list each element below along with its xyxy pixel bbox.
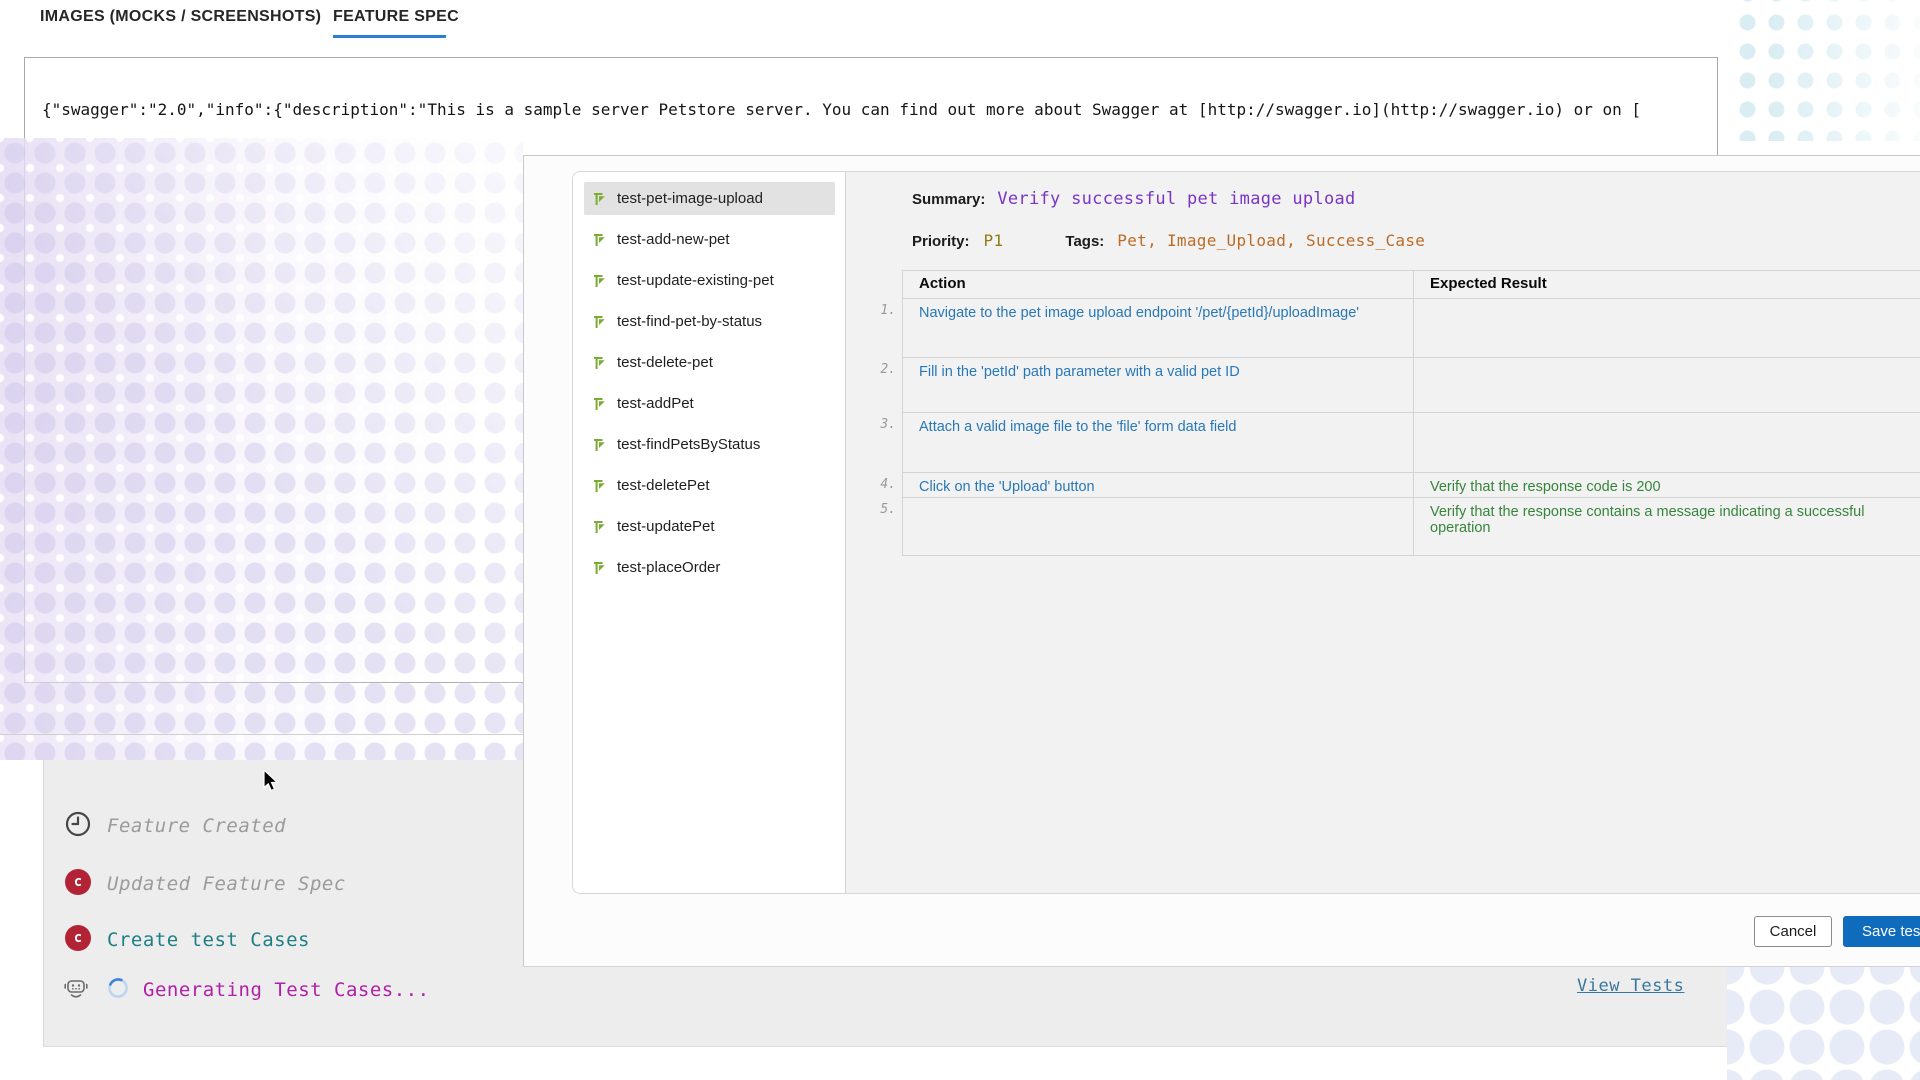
test-case-label: test-findPetsByStatus <box>617 436 761 453</box>
tab-images-mocks-screenshots[interactable]: IMAGES (MOCKS / SCREENSHOTS) <box>40 8 321 26</box>
timeline-item-feature-created: Feature Created <box>107 815 287 837</box>
priority-value: P1 <box>983 231 1004 250</box>
tags-label: Tags: <box>1065 233 1105 250</box>
test-flag-icon <box>594 561 605 574</box>
timeline-item-generating-test-cases: Generating Test Cases... <box>143 979 430 1001</box>
test-case-label: test-placeOrder <box>617 559 721 576</box>
table-row: 2. Fill in the 'petId' path parameter wi… <box>880 358 1920 413</box>
feature-spec-text: {"swagger":"2.0","info":{"description":"… <box>42 100 1642 119</box>
clock-icon <box>65 811 91 837</box>
test-case-item[interactable]: test-updatePet <box>584 510 835 543</box>
test-case-item[interactable]: test-delete-pet <box>584 346 835 379</box>
summary-value: Verify successful pet image upload <box>997 189 1356 209</box>
row-number: 3. <box>880 417 896 432</box>
test-flag-icon <box>594 315 605 328</box>
test-case-item[interactable]: test-placeOrder <box>584 551 835 584</box>
test-case-label: test-update-existing-pet <box>617 272 774 289</box>
table-row: 3. Attach a valid image file to the 'fil… <box>880 413 1920 473</box>
test-case-item[interactable]: test-findPetsByStatus <box>584 428 835 461</box>
save-tests-button[interactable]: Save tests <box>1843 916 1920 947</box>
test-case-item[interactable]: test-addPet <box>584 387 835 420</box>
test-cases-dialog: test-pet-image-upload test-add-new-pet t… <box>523 155 1920 967</box>
agent-badge-icon: c <box>65 925 91 951</box>
test-case-item[interactable]: test-find-pet-by-status <box>584 305 835 338</box>
test-case-label: test-find-pet-by-status <box>617 313 763 330</box>
test-case-item[interactable]: test-update-existing-pet <box>584 264 835 297</box>
action-cell: Click on the 'Upload' button <box>919 479 1095 495</box>
priority-label: Priority: <box>912 233 970 250</box>
timeline-item-create-test-cases: Create test Cases <box>107 929 310 951</box>
divider-line <box>0 734 523 735</box>
view-tests-link[interactable]: View Tests <box>1577 976 1684 996</box>
loading-spinner-icon <box>108 978 128 998</box>
column-header-expected-result: Expected Result <box>1430 275 1547 292</box>
test-flag-icon <box>594 520 605 533</box>
agent-badge-icon: c <box>65 869 91 895</box>
test-flag-icon <box>594 397 605 410</box>
test-case-label: test-add-new-pet <box>617 231 730 248</box>
table-header-row: Action Expected Result <box>903 271 1920 299</box>
test-case-detail: Summary: Verify successful pet image upl… <box>846 172 1920 893</box>
test-flag-icon <box>594 274 605 287</box>
test-case-list: test-pet-image-upload test-add-new-pet t… <box>573 172 846 893</box>
table-row: 1. Navigate to the pet image upload endp… <box>880 299 1920 358</box>
action-cell: Attach a valid image file to the 'file' … <box>919 419 1237 435</box>
test-flag-icon <box>594 192 605 205</box>
test-flag-icon <box>594 356 605 369</box>
tab-feature-spec[interactable]: FEATURE SPEC <box>333 8 459 26</box>
test-flag-icon <box>594 479 605 492</box>
row-number: 2. <box>880 362 896 377</box>
table-row: 5. Verify that the response contains a m… <box>880 498 1920 556</box>
row-number: 5. <box>880 502 896 517</box>
test-cases-browser: test-pet-image-upload test-add-new-pet t… <box>572 171 1920 894</box>
test-case-item[interactable]: test-deletePet <box>584 469 835 502</box>
timeline-item-updated-feature-spec: Updated Feature Spec <box>107 873 346 895</box>
action-cell: Navigate to the pet image upload endpoin… <box>919 305 1360 321</box>
robot-icon <box>64 980 88 998</box>
test-case-label: test-updatePet <box>617 518 715 535</box>
test-case-item[interactable]: test-add-new-pet <box>584 223 835 256</box>
expected-cell: Verify that the response contains a mess… <box>1430 504 1865 536</box>
test-case-item[interactable]: test-pet-image-upload <box>584 182 835 215</box>
test-flag-icon <box>594 233 605 246</box>
summary-label: Summary: <box>912 191 986 208</box>
action-cell: Fill in the 'petId' path parameter with … <box>919 364 1240 380</box>
row-number: 1. <box>880 303 896 318</box>
active-tab-underline <box>333 35 446 38</box>
app-window: IMAGES (MOCKS / SCREENSHOTS) FEATURE SPE… <box>0 0 1920 1080</box>
test-flag-icon <box>594 438 605 451</box>
test-steps-table: Action Expected Result 1. Navigate to th… <box>880 270 1920 556</box>
halftone-pattern-bottom-right <box>1727 967 1920 1080</box>
column-header-action: Action <box>903 271 1414 298</box>
test-case-label: test-addPet <box>617 395 694 412</box>
tags-value: Pet, Image_Upload, Success_Case <box>1117 231 1426 250</box>
test-case-label: test-delete-pet <box>617 354 713 371</box>
expected-cell: Verify that the response code is 200 <box>1430 479 1661 495</box>
halftone-pattern-top-right <box>1727 0 1920 141</box>
test-case-label: test-pet-image-upload <box>617 190 763 207</box>
table-row: 4. Click on the 'Upload' button Verify t… <box>880 473 1920 498</box>
test-case-label: test-deletePet <box>617 477 710 494</box>
cancel-button[interactable]: Cancel <box>1754 916 1832 947</box>
row-number: 4. <box>880 477 896 492</box>
